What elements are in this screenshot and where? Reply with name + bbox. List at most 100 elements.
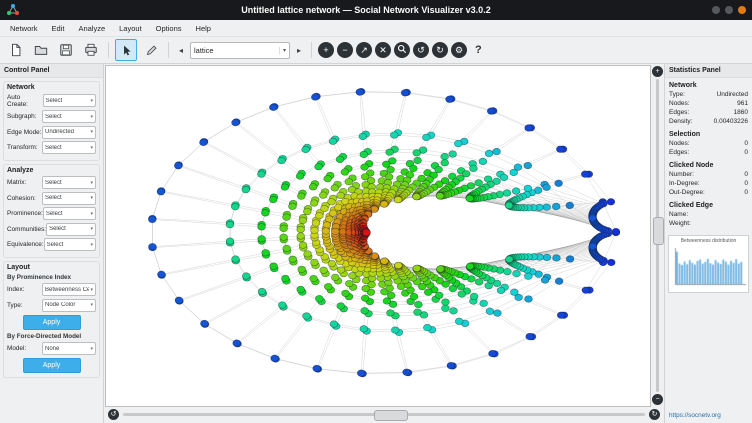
stat-row: Name: [669, 211, 748, 218]
select-value: None [45, 346, 89, 352]
previous-relation-icon[interactable]: ◂ [175, 46, 187, 55]
toolbar-separator [311, 42, 312, 58]
stat-nodes-label: Nodes: [669, 100, 690, 107]
network-canvas[interactable] [106, 66, 650, 406]
save-network-button[interactable] [55, 39, 77, 61]
stat-density-label: Density: [669, 118, 692, 125]
edit-edge-button[interactable] [140, 39, 162, 61]
pointer-cursor-icon [120, 44, 133, 57]
index-select[interactable]: Betweenness Cen..▾ [42, 283, 96, 296]
control-panel: Control Panel Network Auto Create: Selec… [0, 64, 104, 423]
rotate-right-icon: ↻ [652, 411, 658, 418]
subgraph-select[interactable]: Select▾ [42, 110, 96, 123]
matrix-select[interactable]: Select▾ [42, 176, 96, 189]
rotate-left-button[interactable]: ↺ [413, 42, 429, 58]
statistics-panel: Statistics Panel Network Type:Undirected… [664, 64, 752, 423]
chevron-down-icon: ▾ [279, 47, 286, 54]
pencil-icon [145, 44, 158, 57]
layout-group: Layout By Prominence Index Index: Betwee… [3, 261, 100, 379]
chevron-down-icon: ▾ [90, 98, 93, 104]
chevron-down-icon: ▾ [90, 302, 93, 308]
window-title: Untitled lattice network — Social Networ… [20, 5, 712, 15]
remove-node-button[interactable]: − [337, 42, 353, 58]
menu-layout[interactable]: Layout [112, 22, 149, 35]
rotate-right-button[interactable]: ↻ [432, 42, 448, 58]
new-network-button[interactable] [5, 39, 27, 61]
add-edge-icon: ↗ [360, 46, 368, 55]
menu-analyze[interactable]: Analyze [71, 22, 112, 35]
stats-selection-group: Selection Nodes:0 Edges:0 [669, 131, 748, 158]
main-area: Control Panel Network Auto Create: Selec… [0, 64, 752, 423]
transform-select[interactable]: Select▾ [42, 141, 96, 154]
selection-edges-label: Edges: [669, 149, 689, 156]
rotate-right-button-slider[interactable]: ↻ [649, 409, 660, 420]
minimize-button[interactable] [712, 6, 720, 14]
close-button[interactable] [738, 6, 746, 14]
stat-row: Out-Degree:0 [669, 189, 748, 196]
apply-force-layout-button[interactable]: Apply [23, 358, 81, 373]
next-relation-icon[interactable]: ▸ [293, 46, 305, 55]
cohesion-select[interactable]: Select▾ [42, 192, 96, 205]
print-network-button[interactable] [80, 39, 102, 61]
stats-clicked-edge-group: Clicked Edge Name: Weight: [669, 202, 748, 229]
menu-edit[interactable]: Edit [45, 22, 72, 35]
force-layout-subtitle: By Force-Directed Model [7, 333, 96, 340]
menu-options[interactable]: Options [149, 22, 189, 35]
relation-value: lattice [194, 46, 279, 55]
communities-select[interactable]: Select▾ [46, 223, 96, 236]
open-network-button[interactable] [30, 39, 52, 61]
rotate-slider: ↺ ↻ [104, 407, 664, 423]
chevron-down-icon: ▾ [90, 195, 93, 201]
zoom-out-icon: − [655, 396, 659, 403]
equivalence-select[interactable]: Select▾ [44, 238, 96, 251]
apply-prominence-layout-button[interactable]: Apply [23, 315, 81, 330]
select-mode-button[interactable] [115, 39, 137, 61]
socnetv-link[interactable]: https://socnetv.org [665, 409, 752, 423]
histogram-canvas [670, 245, 747, 289]
chevron-down-icon: ▾ [90, 211, 93, 217]
prominence-select[interactable]: Select▾ [43, 207, 96, 220]
rotate-left-button-slider[interactable]: ↺ [108, 409, 119, 420]
stat-row: In-Degree:0 [669, 180, 748, 187]
rotate-slider-groove[interactable] [123, 413, 645, 416]
remove-edge-button[interactable]: ✕ [375, 42, 391, 58]
add-node-button[interactable]: + [318, 42, 334, 58]
transform-label: Transform: [7, 144, 38, 151]
menu-help[interactable]: Help [189, 22, 218, 35]
zoom-in-button[interactable]: + [652, 66, 663, 77]
stat-row: Edges:0 [669, 149, 748, 156]
clicked-edge-weight-label: Weight: [669, 220, 691, 227]
control-row: Index: Betweenness Cen..▾ [7, 283, 96, 296]
auto-create-select[interactable]: Select▾ [43, 94, 96, 107]
help-button[interactable]: ? [470, 44, 487, 56]
relation-combobox[interactable]: lattice ▾ [190, 42, 290, 59]
select-value: Select [45, 145, 89, 151]
canvas-column: + − ↺ ↻ [104, 64, 664, 423]
zoom-button[interactable] [394, 42, 410, 58]
zoom-in-icon: + [655, 68, 659, 75]
zoom-slider-handle[interactable] [653, 217, 664, 245]
rotate-slider-handle[interactable] [374, 410, 408, 421]
menu-network[interactable]: Network [3, 22, 45, 35]
maximize-button[interactable] [725, 6, 733, 14]
app-window: Untitled lattice network — Social Networ… [0, 0, 752, 423]
edge-mode-label: Edge Mode: [7, 129, 41, 136]
zoom-slider-groove[interactable] [656, 79, 659, 392]
open-folder-icon [34, 43, 48, 57]
select-value: Select [47, 242, 90, 248]
clicked-edge-name-label: Name: [669, 211, 688, 218]
type-select[interactable]: Node Color▾ [42, 299, 96, 312]
zoom-out-button[interactable]: − [652, 394, 663, 405]
control-row: Auto Create: Select▾ [7, 94, 96, 108]
analyze-group-title: Analyze [7, 167, 96, 174]
selection-nodes-value: 0 [744, 140, 748, 147]
settings-button[interactable]: ⚙ [451, 42, 467, 58]
window-controls [712, 6, 746, 14]
add-edge-button[interactable]: ↗ [356, 42, 372, 58]
clicked-node-indegree-label: In-Degree: [669, 180, 700, 187]
select-value: Select [46, 211, 90, 217]
printer-icon [84, 43, 98, 57]
model-select[interactable]: None▾ [42, 342, 96, 355]
stat-row: Weight: [669, 220, 748, 227]
edge-mode-select[interactable]: Undirected▾ [42, 126, 96, 139]
